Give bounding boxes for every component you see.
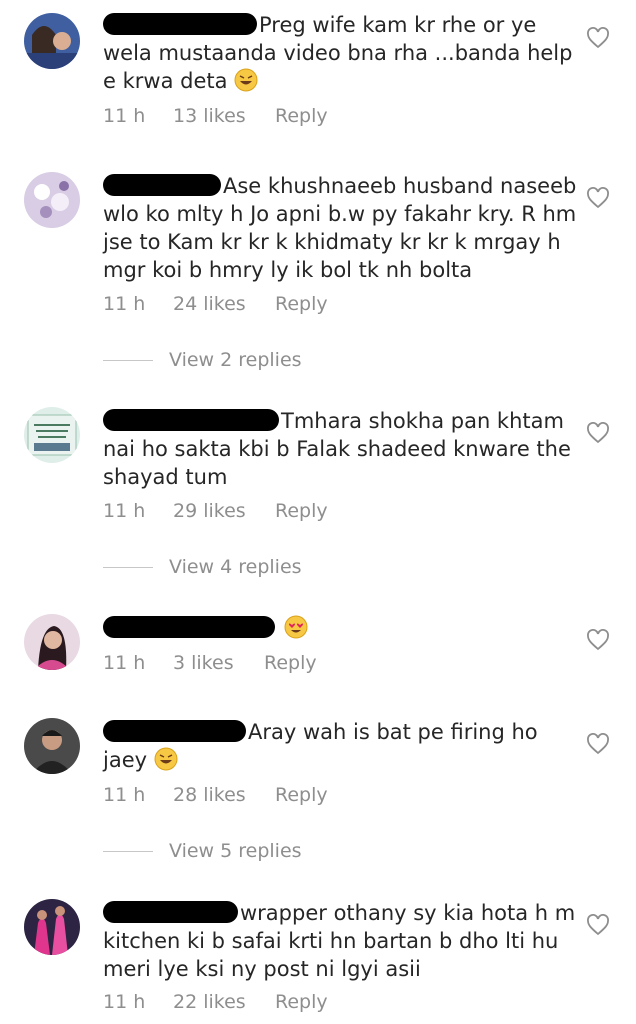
view-replies-button[interactable]: View 2 replies bbox=[103, 349, 302, 371]
redacted-username bbox=[103, 409, 279, 431]
avatar[interactable] bbox=[24, 718, 80, 774]
redacted-username bbox=[103, 901, 238, 923]
avatar[interactable] bbox=[24, 899, 80, 955]
likes-count[interactable]: 22 likes bbox=[173, 991, 246, 1013]
comment-meta: 11 h 29 likes Reply bbox=[103, 500, 328, 522]
comment-body bbox=[103, 614, 578, 642]
reply-button[interactable]: Reply bbox=[275, 500, 328, 522]
replies-divider bbox=[103, 360, 153, 361]
avatar[interactable] bbox=[24, 614, 80, 670]
avatar[interactable] bbox=[24, 13, 80, 69]
redacted-username bbox=[103, 616, 275, 638]
like-heart-icon[interactable] bbox=[586, 187, 610, 209]
comment-time: 11 h bbox=[103, 652, 146, 674]
comment-body: wrapper othany sy kia hota h m kitchen k… bbox=[103, 899, 578, 983]
likes-count[interactable]: 13 likes bbox=[173, 105, 246, 127]
like-heart-icon[interactable] bbox=[586, 733, 610, 755]
comment-time: 11 h bbox=[103, 784, 146, 806]
comment-time: 11 h bbox=[103, 105, 146, 127]
comment-body: Ase khushnaeeb husband naseeb wlo ko mlt… bbox=[103, 172, 578, 284]
comment-body: Aray wah is bat pe firing ho jaey bbox=[103, 718, 578, 774]
heart-eyes-emoji bbox=[284, 615, 308, 639]
grinning-sweat-emoji bbox=[234, 68, 258, 92]
reply-button[interactable]: Reply bbox=[275, 105, 328, 127]
comment-time: 11 h bbox=[103, 293, 146, 315]
likes-count[interactable]: 24 likes bbox=[173, 293, 246, 315]
view-replies-label[interactable]: View 4 replies bbox=[169, 556, 302, 578]
comment-body: Tmhara shokha pan khtam nai ho sakta kbi… bbox=[103, 407, 578, 491]
like-heart-icon[interactable] bbox=[586, 27, 610, 49]
comment-meta: 11 h 24 likes Reply bbox=[103, 293, 328, 315]
reply-button[interactable]: Reply bbox=[275, 991, 328, 1013]
view-replies-label[interactable]: View 2 replies bbox=[169, 349, 302, 371]
redacted-username bbox=[103, 13, 257, 35]
grinning-sweat-emoji bbox=[154, 747, 178, 771]
comment-meta: 11 h 3 likes Reply bbox=[103, 652, 317, 674]
like-heart-icon[interactable] bbox=[586, 422, 610, 444]
avatar[interactable] bbox=[24, 172, 80, 228]
reply-button[interactable]: Reply bbox=[275, 293, 328, 315]
comment-meta: 11 h 28 likes Reply bbox=[103, 784, 328, 806]
redacted-username bbox=[103, 720, 246, 742]
likes-count[interactable]: 28 likes bbox=[173, 784, 246, 806]
replies-divider bbox=[103, 851, 153, 852]
comment-body: Preg wife kam kr rhe or ye wela mustaand… bbox=[103, 11, 578, 95]
comment-time: 11 h bbox=[103, 991, 146, 1013]
redacted-username bbox=[103, 174, 221, 196]
likes-count[interactable]: 3 likes bbox=[173, 652, 234, 674]
likes-count[interactable]: 29 likes bbox=[173, 500, 246, 522]
like-heart-icon[interactable] bbox=[586, 629, 610, 651]
reply-button[interactable]: Reply bbox=[264, 652, 317, 674]
reply-button[interactable]: Reply bbox=[275, 784, 328, 806]
comment-meta: 11 h 22 likes Reply bbox=[103, 991, 328, 1013]
view-replies-label[interactable]: View 5 replies bbox=[169, 840, 302, 862]
replies-divider bbox=[103, 567, 153, 568]
like-heart-icon[interactable] bbox=[586, 914, 610, 936]
comment-time: 11 h bbox=[103, 500, 146, 522]
view-replies-button[interactable]: View 4 replies bbox=[103, 556, 302, 578]
avatar[interactable] bbox=[24, 407, 80, 463]
view-replies-button[interactable]: View 5 replies bbox=[103, 840, 302, 862]
comment-meta: 11 h 13 likes Reply bbox=[103, 105, 328, 127]
